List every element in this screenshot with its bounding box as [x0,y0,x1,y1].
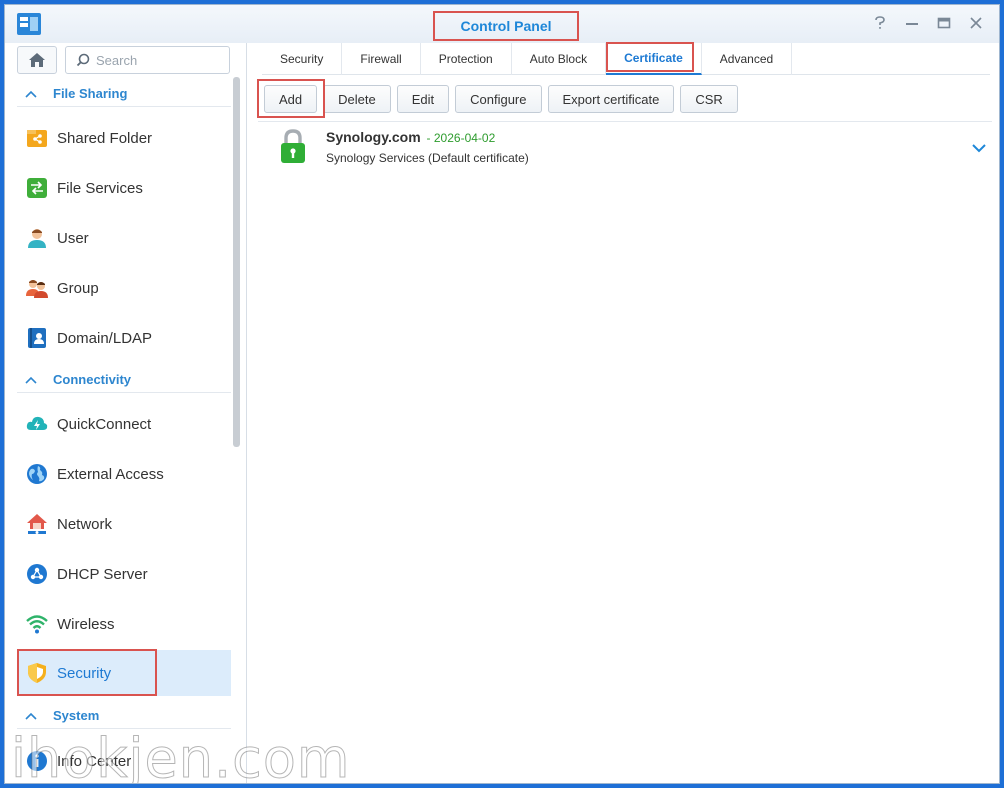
title-bar[interactable]: Control Panel [5,5,999,43]
file-services-icon [26,177,48,199]
delete-button[interactable]: Delete [323,85,391,113]
sidebar-item-wireless[interactable]: Wireless [17,600,231,648]
sidebar-item-file-services[interactable]: File Services [17,164,231,212]
sidebar-item-domain-ldap[interactable]: Domain/LDAP [17,314,231,362]
watermark-text: ihokjen.com [10,727,351,784]
sidebar-item-group[interactable]: Group [17,264,231,312]
close-icon[interactable] [967,13,985,33]
domain-ldap-icon [26,327,48,349]
sidebar-item-label: DHCP Server [57,565,148,583]
certificate-toolbar: Add Delete Edit Configure Export certifi… [264,85,738,113]
sidebar-scrollbar[interactable] [233,77,240,447]
group-label: File Sharing [53,86,128,101]
shared-folder-icon [26,127,48,149]
tab-firewall[interactable]: Firewall [342,43,421,75]
sidebar-item-user[interactable]: User [17,214,231,262]
sidebar: File Sharing Shared Folder File Services… [5,43,247,783]
certificate-name: Synology.com - 2026-04-02 [326,129,495,145]
group-label: Connectivity [53,372,132,387]
add-button-highlight-frame [257,79,325,118]
group-header-system[interactable]: System [17,703,231,729]
lock-icon [281,129,305,163]
maximize-icon[interactable] [935,13,953,33]
dhcp-server-icon [26,563,48,585]
tab-advanced[interactable]: Advanced [702,43,793,75]
sidebar-item-label: Network [57,515,113,533]
sidebar-item-label: External Access [57,465,164,483]
security-highlight-frame [17,649,157,696]
control-panel-window: Control Panel File [4,4,1000,784]
sidebar-item-label: Domain/LDAP [57,329,153,347]
group-header-connectivity[interactable]: Connectivity [17,367,231,393]
minimize-icon[interactable] [903,13,921,33]
window-controls [871,13,985,33]
home-icon [29,53,45,67]
tab-security[interactable]: Security [262,43,343,75]
group-header-file-sharing[interactable]: File Sharing [17,81,231,107]
chevron-up-icon [25,90,37,98]
certificate-tab-highlight-frame [606,42,694,72]
tab-auto-block[interactable]: Auto Block [512,43,607,75]
group-icon [26,277,48,299]
edit-button[interactable]: Edit [396,85,450,113]
chevron-up-icon [25,376,37,384]
sidebar-item-quickconnect[interactable]: QuickConnect [17,400,231,448]
wireless-icon [26,613,48,635]
sidebar-item-label: Shared Folder [57,129,153,147]
sidebar-item-label: Group [57,279,99,297]
sidebar-item-label: User [57,229,89,247]
tab-protection[interactable]: Protection [421,43,512,75]
sidebar-item-network[interactable]: Network [17,500,231,548]
certificate-description: Synology Services (Default certificate) [326,151,529,165]
sidebar-item-shared-folder[interactable]: Shared Folder [17,114,231,162]
search-input[interactable] [96,52,216,68]
network-icon [26,513,48,535]
toolbar-divider [258,121,992,122]
sidebar-item-label: File Services [57,179,143,197]
export-certificate-button[interactable]: Export certificate [547,85,675,113]
certificate-domain: Synology.com [326,129,421,145]
help-icon[interactable] [871,13,889,33]
external-access-icon [26,463,48,485]
control-panel-app-icon [17,13,41,35]
chevron-down-icon[interactable] [970,141,988,155]
user-icon [26,227,48,249]
group-label: System [53,708,100,723]
sidebar-item-label: QuickConnect [57,415,152,433]
search-box[interactable] [65,46,230,74]
csr-button[interactable]: CSR [680,85,738,113]
main-content: Security Firewall Protection Auto Block … [248,42,999,783]
chevron-up-icon [25,712,37,720]
quickconnect-icon [26,413,48,435]
search-icon [76,53,90,67]
certificate-expiry-date: - 2026-04-02 [426,131,496,145]
sidebar-item-label: Wireless [57,615,115,633]
configure-button[interactable]: Configure [455,85,542,113]
home-button[interactable] [17,46,57,74]
window-title: Control Panel [433,11,579,41]
sidebar-item-dhcp-server[interactable]: DHCP Server [17,550,231,598]
certificate-list-item[interactable]: Synology.com - 2026-04-02 Synology Servi… [276,129,988,173]
sidebar-item-external-access[interactable]: External Access [17,450,231,498]
